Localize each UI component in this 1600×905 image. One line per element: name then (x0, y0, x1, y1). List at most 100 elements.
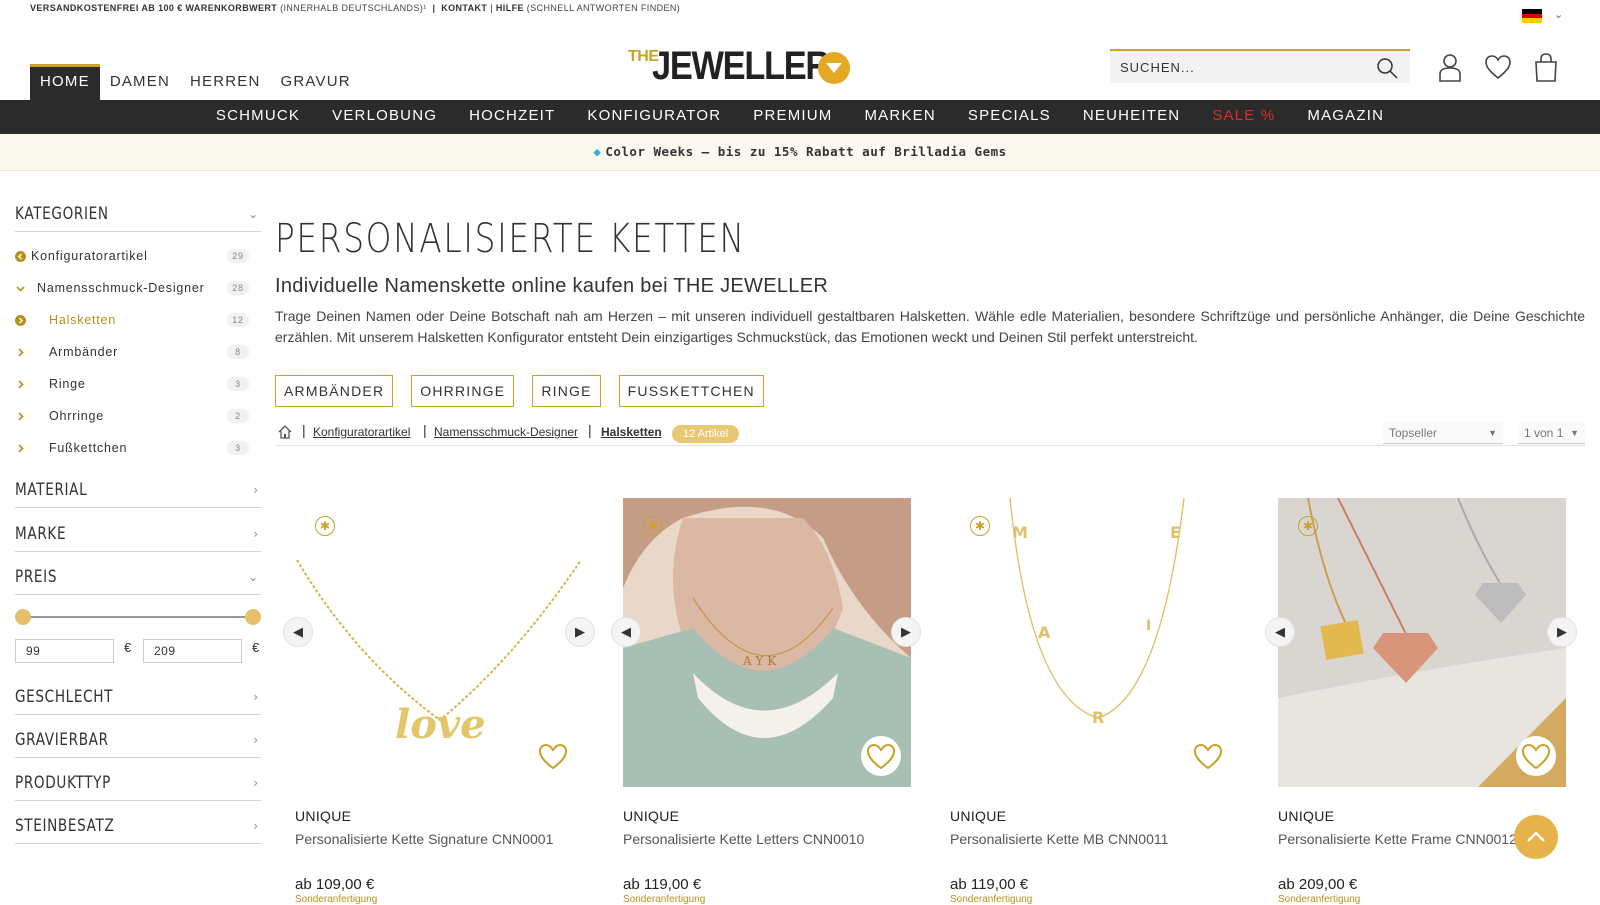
wishlist-heart-icon[interactable] (861, 736, 901, 776)
nav-neuheiten[interactable]: NEUHEITEN (1067, 100, 1196, 134)
filter-categories-header[interactable]: KATEGORIEN ⌄ (15, 196, 261, 232)
pagination-select[interactable]: 1 von 1 ▼ (1518, 422, 1585, 444)
nav-konfigurator[interactable]: KONFIGURATOR (571, 100, 737, 134)
product-image[interactable]: M E A R I ✱ (950, 498, 1238, 787)
filter-produkttyp[interactable]: PRODUKTTYP › (15, 765, 261, 801)
breadcrumb-separator: | (423, 422, 427, 438)
product-image[interactable]: ✱ (1278, 498, 1566, 787)
nav-specials[interactable]: SPECIALS (952, 100, 1067, 134)
category-item[interactable]: Fußkettchen 3 (15, 432, 261, 464)
language-chevron-icon[interactable]: ⌄ (1554, 8, 1564, 21)
gender-nav: HOME DAMEN HERREN GRAVUR (30, 64, 361, 100)
category-item-active[interactable]: Halsketten 12 (15, 304, 261, 336)
product-brand: UNIQUE (295, 808, 352, 824)
filter-gravierbar[interactable]: GRAVIERBAR › (15, 722, 261, 758)
filter-sidebar: KATEGORIEN ⌄ Konfiguratorartikel 29 Name… (15, 196, 261, 844)
slider-max-handle[interactable] (245, 609, 261, 625)
home-icon[interactable] (277, 424, 293, 440)
price-min-input[interactable]: 99 (15, 639, 114, 663)
chevron-right-icon: › (253, 527, 259, 541)
category-label: Halsketten (49, 313, 117, 327)
nav-gravur[interactable]: GRAVUR (271, 64, 361, 100)
wishlist-icon[interactable] (1484, 52, 1512, 82)
product-name[interactable]: Personalisierte Kette Signature CNN0001 (295, 831, 553, 847)
help-link[interactable]: HILFE (496, 3, 524, 13)
breadcrumb-link[interactable]: Konfiguratorartikel (313, 425, 410, 439)
category-label: Ohrringe (49, 409, 105, 423)
filter-title: KATEGORIEN (15, 204, 109, 224)
product-name[interactable]: Personalisierte Kette MB CNN0011 (950, 831, 1168, 847)
chevron-down-icon: ⌄ (248, 570, 259, 584)
chevron-right-circle-icon (15, 315, 26, 326)
product-name[interactable]: Personalisierte Kette Letters CNN0010 (623, 831, 864, 847)
filter-preis[interactable]: PREIS ⌄ (15, 559, 261, 595)
product-brand: UNIQUE (1278, 808, 1335, 824)
wishlist-heart-icon[interactable] (1188, 736, 1228, 776)
search-input[interactable] (1110, 51, 1360, 83)
category-item[interactable]: Ohrringe 2 (15, 400, 261, 432)
nav-herren[interactable]: HERREN (180, 64, 271, 100)
currency-label: € (124, 640, 132, 655)
category-count: 2 (227, 409, 249, 423)
scroll-to-top-icon[interactable] (1514, 815, 1558, 859)
carousel-next-icon[interactable]: ▶ (565, 617, 595, 647)
logo-diamond-icon (818, 52, 850, 84)
nav-home[interactable]: HOME (30, 64, 100, 100)
nav-sale[interactable]: SALE % (1196, 100, 1291, 134)
category-item[interactable]: Namensschmuck-Designer 28 (15, 272, 261, 304)
wishlist-heart-icon[interactable] (533, 736, 573, 776)
account-icon[interactable] (1436, 52, 1464, 82)
nav-verlobung[interactable]: VERLOBUNG (316, 100, 453, 134)
product-image[interactable]: A Y K ✱ (623, 498, 911, 787)
category-item[interactable]: Konfiguratorartikel 29 (15, 240, 261, 272)
sort-select[interactable]: Topseller ▼ (1383, 422, 1503, 444)
cart-icon[interactable] (1532, 52, 1560, 82)
breadcrumb-link[interactable]: Namensschmuck-Designer (434, 425, 578, 439)
carousel-next-icon[interactable]: ▶ (1547, 617, 1577, 647)
contact-link[interactable]: KONTAKT (441, 3, 487, 13)
filter-geschlecht[interactable]: GESCHLECHT › (15, 679, 261, 715)
nav-damen[interactable]: DAMEN (100, 64, 180, 100)
category-item[interactable]: Armbänder 8 (15, 336, 261, 368)
carousel-prev-icon[interactable]: ◀ (283, 617, 313, 647)
chip-fusskettchen[interactable]: FUSSKETTCHEN (618, 375, 764, 407)
chevron-right-icon: › (253, 483, 259, 497)
filter-marke[interactable]: MARKE › (15, 516, 261, 552)
nav-marken[interactable]: MARKEN (848, 100, 951, 134)
category-label: Ringe (49, 377, 86, 391)
filter-title: PRODUKTTYP (15, 773, 111, 793)
breadcrumb-current[interactable]: Halsketten (601, 425, 662, 439)
price-max-input[interactable]: 209 (143, 639, 242, 663)
nav-premium[interactable]: PREMIUM (737, 100, 848, 134)
chip-armbaender[interactable]: ARMBÄNDER (275, 375, 394, 407)
price-slider[interactable] (15, 597, 261, 637)
carousel-next-icon[interactable]: ▶ (891, 617, 921, 647)
category-label: Armbänder (49, 345, 119, 359)
german-flag-icon[interactable] (1522, 9, 1542, 23)
nav-hochzeit[interactable]: HOCHZEIT (453, 100, 571, 134)
chip-ringe[interactable]: RINGE (532, 375, 601, 407)
configurator-star-icon: ✱ (643, 516, 663, 536)
category-count: 28 (227, 281, 249, 295)
category-label: Fußkettchen (49, 441, 128, 455)
search-icon[interactable] (1376, 57, 1398, 79)
category-count: 12 (227, 313, 249, 327)
page-title: PERSONALISIERTE KETTEN (275, 216, 746, 262)
carousel-prev-icon[interactable]: ◀ (611, 617, 641, 647)
promo-banner[interactable]: ◆ Color Weeks – bis zu 15% Rabatt auf Bri… (0, 134, 1600, 171)
carousel-prev-icon[interactable]: ◀ (1265, 617, 1295, 647)
svg-text:M: M (1012, 523, 1028, 542)
page-subtitle: Individuelle Namenskette online kaufen b… (275, 275, 829, 297)
product-image[interactable]: love ✱ (295, 498, 583, 787)
chip-ohrringe[interactable]: OHRRINGE (411, 375, 515, 407)
shipping-note: (INNERHALB DEUTSCHLANDS)¹ (280, 3, 427, 13)
svg-text:love: love (395, 701, 486, 748)
category-item[interactable]: Ringe 3 (15, 368, 261, 400)
wishlist-heart-icon[interactable] (1516, 736, 1556, 776)
product-name[interactable]: Personalisierte Kette Frame CNN0012 (1278, 831, 1517, 847)
filter-steinbesatz[interactable]: STEINBESATZ › (15, 808, 261, 844)
slider-min-handle[interactable] (15, 609, 31, 625)
filter-material[interactable]: MATERIAL › (15, 472, 261, 508)
nav-magazin[interactable]: MAGAZIN (1291, 100, 1400, 134)
nav-schmuck[interactable]: SCHMUCK (200, 100, 316, 134)
